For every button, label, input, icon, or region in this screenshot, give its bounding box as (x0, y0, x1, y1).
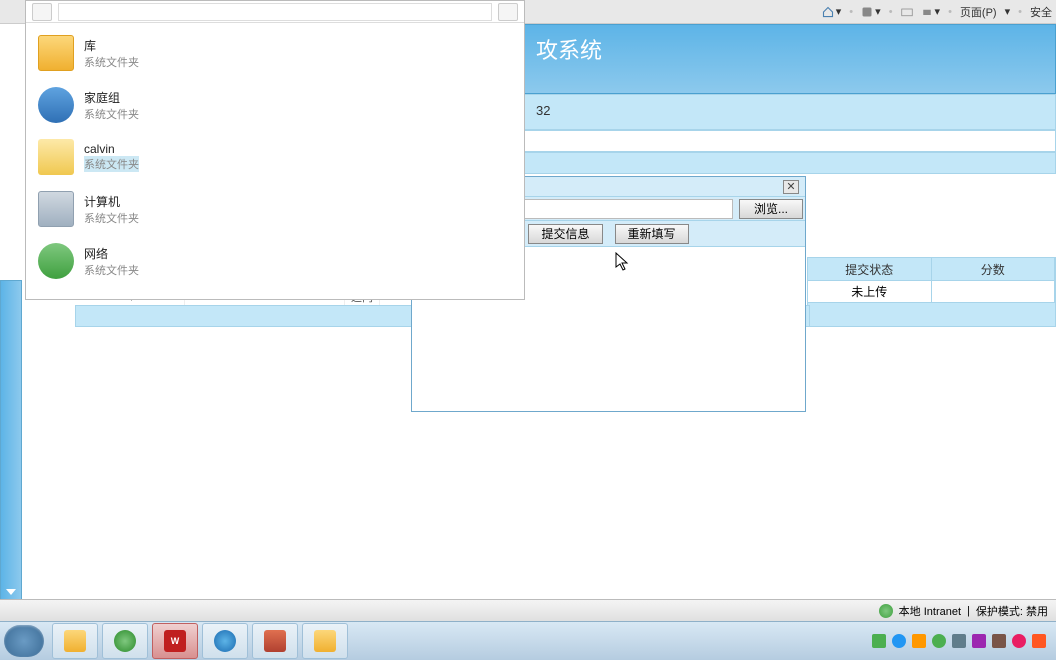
task-explorer[interactable] (302, 623, 348, 659)
cell-score (932, 281, 1056, 302)
homegroup-icon (38, 87, 74, 123)
task-wps[interactable]: W (152, 623, 198, 659)
table-header-row: 提交状态 分数 (807, 257, 1056, 281)
protected-mode-text: 保护模式: 禁用 (976, 603, 1048, 619)
home-icon[interactable]: ▾ (822, 5, 842, 18)
feed-icon[interactable]: ▾ (861, 5, 881, 18)
tray-icon-9[interactable] (1032, 634, 1046, 648)
browse-button[interactable]: 浏览... (739, 199, 803, 219)
close-icon[interactable]: ✕ (783, 180, 799, 194)
header-status: 提交状态 (808, 258, 932, 280)
tray-icon-7[interactable] (992, 634, 1006, 648)
location-network[interactable]: 网络系统文件夹 (26, 235, 524, 287)
library-icon (38, 35, 74, 71)
location-user[interactable]: calvin系统文件夹 (26, 131, 524, 183)
start-button[interactable] (4, 625, 44, 657)
table-row-empty (807, 303, 1056, 327)
safety-menu[interactable]: 安全 (1030, 4, 1052, 20)
tray-icon-6[interactable] (972, 634, 986, 648)
page-menu[interactable]: 页面(P) (960, 4, 997, 20)
dialog-toolbar (26, 1, 524, 23)
file-open-dialog: 库系统文件夹 家庭组系统文件夹 calvin系统文件夹 计算机系统文件夹 网络系… (25, 0, 525, 300)
tray-icon-2[interactable] (892, 634, 906, 648)
system-tray (866, 634, 1052, 648)
task-folder[interactable] (52, 623, 98, 659)
back-button[interactable] (32, 3, 52, 21)
location-list: 库系统文件夹 家庭组系统文件夹 calvin系统文件夹 计算机系统文件夹 网络系… (26, 23, 524, 299)
table-data-row: 未上传 (807, 281, 1056, 303)
tray-icon-8[interactable] (1012, 634, 1026, 648)
task-browser[interactable] (102, 623, 148, 659)
view-button[interactable] (498, 3, 518, 21)
mail-icon[interactable] (901, 6, 913, 18)
tray-icon-1[interactable] (872, 634, 886, 648)
network-icon (38, 243, 74, 279)
task-ie[interactable] (202, 623, 248, 659)
sidebar-collapsed[interactable] (0, 280, 22, 600)
location-computer[interactable]: 计算机系统文件夹 (26, 183, 524, 235)
header-score: 分数 (932, 258, 1056, 280)
tray-icon-3[interactable] (912, 634, 926, 648)
tray-icon-4[interactable] (932, 634, 946, 648)
location-homegroup[interactable]: 家庭组系统文件夹 (26, 79, 524, 131)
cell-status: 未上传 (808, 281, 932, 302)
submit-button[interactable]: 提交信息 (528, 224, 602, 244)
reset-button[interactable]: 重新填写 (615, 224, 689, 244)
user-folder-icon (38, 139, 74, 175)
zone-text: 本地 Intranet (899, 603, 961, 619)
task-notes[interactable] (252, 623, 298, 659)
computer-icon (38, 191, 74, 227)
zone-icon (879, 604, 893, 618)
tray-icon-5[interactable] (952, 634, 966, 648)
print-icon[interactable]: ▾ (921, 5, 941, 18)
path-field[interactable] (58, 3, 492, 21)
taskbar: W (0, 621, 1056, 660)
location-library[interactable]: 库系统文件夹 (26, 27, 524, 79)
status-bar: 本地 Intranet | 保护模式: 禁用 (0, 599, 1056, 621)
